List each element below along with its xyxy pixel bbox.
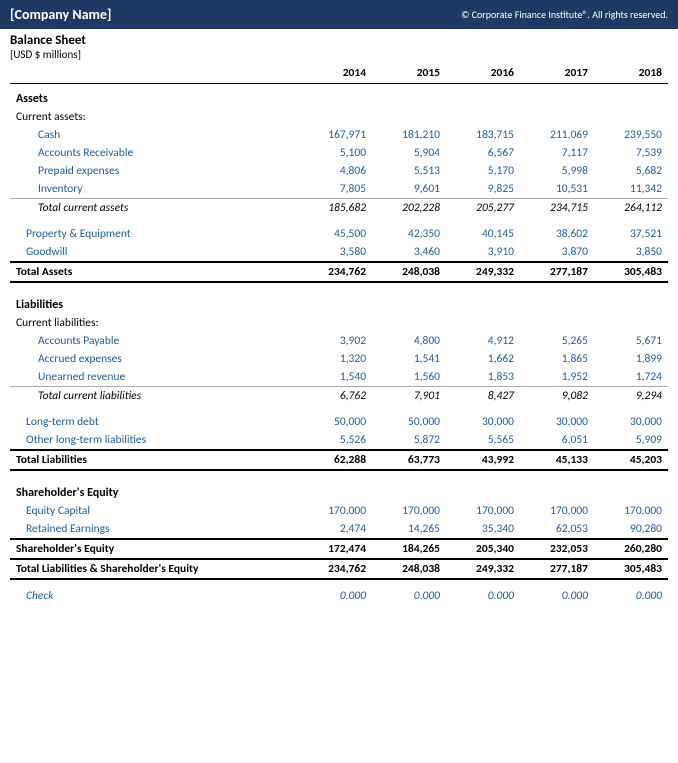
total-liab-equity-row: Total Liabilities & Shareholder's Equity…: [10, 559, 668, 579]
inventory-row: Inventory 7,805 9,601 9,825 10,531 11,34…: [10, 180, 668, 199]
subheader: Balance Sheet [USD $ millions]: [0, 29, 678, 63]
table-container: 2014 2015 2016 2017 2018 Assets Current …: [0, 63, 678, 615]
equity-header: Shareholder's Equity: [10, 478, 668, 502]
total-liabilities-row: Total Liabilities 62,288 63,773 43,992 4…: [10, 450, 668, 470]
balance-sheet-table: 2014 2015 2016 2017 2018 Assets Current …: [10, 63, 668, 605]
company-name: [Company Name]: [10, 6, 111, 23]
prepaid-row: Prepaid expenses 4,806 5,513 5,170 5,998…: [10, 162, 668, 180]
other-lt-row: Other long-term liabilities 5,526 5,872 …: [10, 431, 668, 450]
currency-note: [USD $ millions]: [10, 48, 668, 61]
spacer3: [10, 405, 668, 413]
col-2017: 2017: [520, 63, 594, 84]
total-current-assets-row: Total current assets 185,682 202,228 205…: [10, 199, 668, 218]
assets-header: Assets: [10, 84, 668, 109]
check-row: Check 0.000 0.000 0.000 0.000 0.000: [10, 587, 668, 605]
copyright: © Corporate Finance Institute®. All righ…: [461, 8, 668, 21]
retained-earnings-row: Retained Earnings 2,474 14,265 35,340 62…: [10, 520, 668, 539]
spacer2: [10, 282, 668, 290]
accrued-row: Accrued expenses 1,320 1,541 1,662 1,865…: [10, 350, 668, 368]
col-2018: 2018: [594, 63, 668, 84]
total-current-liabilities-row: Total current liabilities 6,762 7,901 8,…: [10, 387, 668, 406]
total-equity-row: Shareholder's Equity 172,474 184,265 205…: [10, 539, 668, 559]
header-bar: [Company Name] © Corporate Finance Insti…: [0, 0, 678, 29]
unearned-row: Unearned revenue 1,540 1,560 1,853 1,952…: [10, 368, 668, 387]
ap-row: Accounts Payable 3,902 4,800 4,912 5,265…: [10, 332, 668, 350]
liabilities-header: Liabilities: [10, 290, 668, 314]
equity-capital-row: Equity Capital 170,000 170,000 170,000 1…: [10, 502, 668, 520]
spacer5: [10, 579, 668, 587]
col-2016: 2016: [446, 63, 520, 84]
col-2015: 2015: [372, 63, 446, 84]
current-assets-header: Current assets:: [10, 108, 668, 126]
current-liabilities-header: Current liabilities:: [10, 314, 668, 332]
cash-row: Cash 167,971 181,210 183,715 211,069 239…: [10, 126, 668, 144]
ltd-row: Long-term debt 50,000 50,000 30,000 30,0…: [10, 413, 668, 431]
ppe-row: Property & Equipment 45,500 42,350 40,14…: [10, 225, 668, 243]
ar-row: Accounts Receivable 5,100 5,904 6,567 7,…: [10, 144, 668, 162]
total-assets-row: Total Assets 234,762 248,038 249,332 277…: [10, 262, 668, 282]
sheet-title: Balance Sheet: [10, 33, 668, 48]
spacer1: [10, 217, 668, 225]
col-2014: 2014: [298, 63, 372, 84]
col-label: [10, 63, 298, 84]
spacer4: [10, 470, 668, 478]
column-headers: 2014 2015 2016 2017 2018: [10, 63, 668, 84]
goodwill-row: Goodwill 3,580 3,460 3,910 3,870 3,850: [10, 243, 668, 262]
